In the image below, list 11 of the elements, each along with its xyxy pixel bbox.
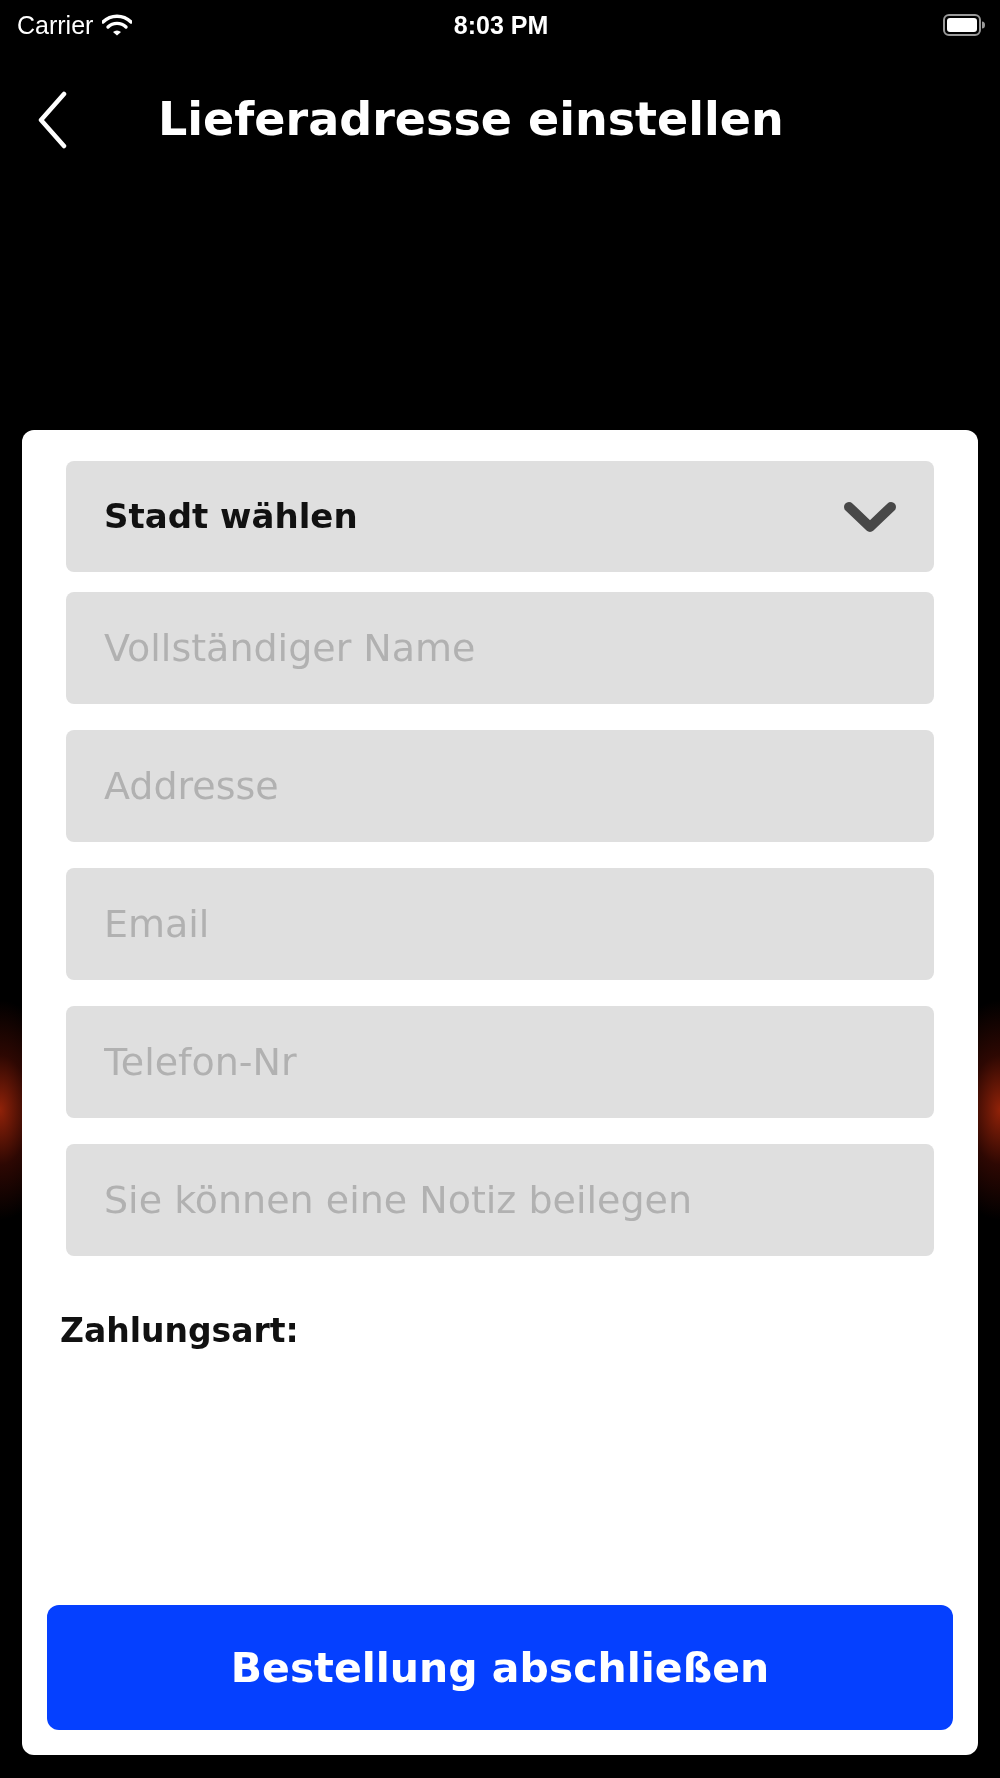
wifi-icon bbox=[102, 14, 133, 36]
city-select[interactable]: Stadt wählen bbox=[66, 461, 934, 572]
back-button[interactable] bbox=[36, 91, 68, 149]
page-title: Lieferadresse einstellen bbox=[158, 92, 784, 148]
clock-time: 8:03 PM bbox=[453, 12, 549, 38]
payment-method-label: Zahlungsart: bbox=[60, 1311, 299, 1351]
chevron-left-icon bbox=[36, 91, 68, 149]
chevron-down-icon bbox=[843, 500, 897, 533]
battery-icon bbox=[943, 14, 985, 36]
submit-order-button[interactable]: Bestellung abschließen bbox=[47, 1605, 953, 1730]
carrier-label: Carrier bbox=[17, 12, 94, 38]
